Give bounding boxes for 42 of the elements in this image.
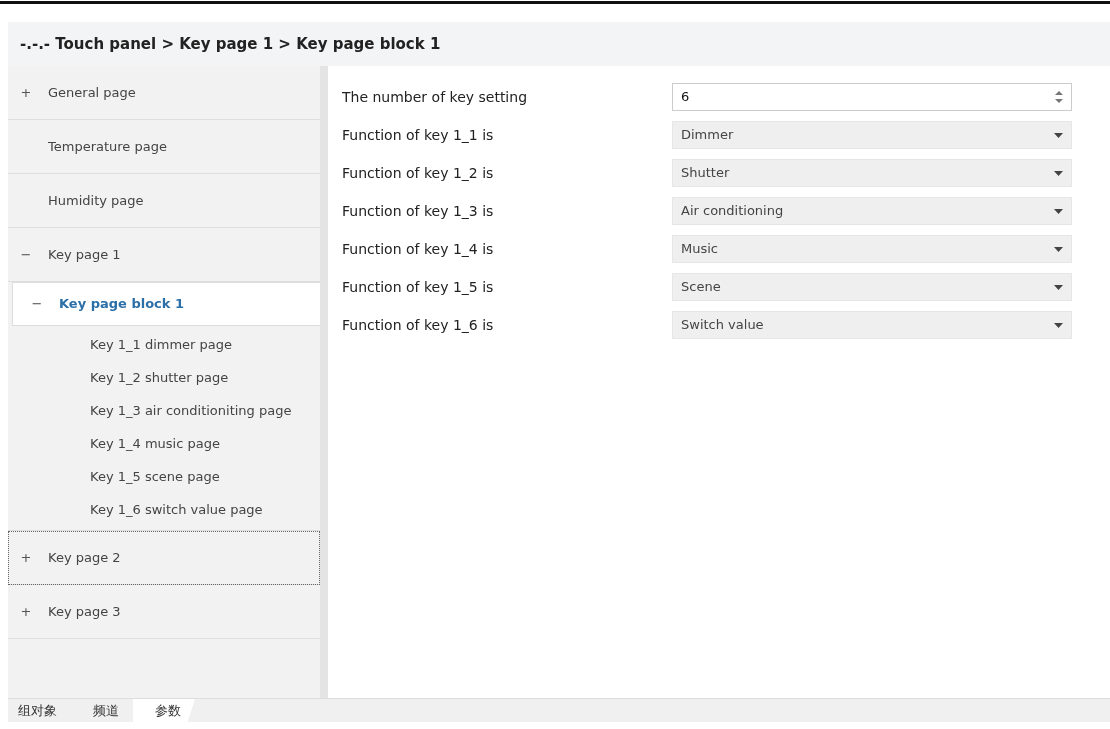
tree-item[interactable]: Temperature page	[8, 120, 320, 174]
dropdown-field[interactable]: Scene	[672, 273, 1072, 301]
dropdown-field[interactable]: Switch value	[672, 311, 1072, 339]
expander-icon[interactable]: +	[12, 82, 40, 103]
spinner-arrows-icon	[1055, 90, 1063, 104]
caret-icon	[1054, 284, 1063, 290]
parameter-label: The number of key setting	[342, 87, 528, 107]
tree-item[interactable]: − Key page block 1	[12, 282, 320, 326]
tree-item[interactable]: Key 1_6 switch value page	[8, 493, 320, 526]
expander-icon[interactable]: +	[12, 547, 40, 568]
tree-item[interactable]: Key 1_3 air conditioniting page	[8, 394, 320, 427]
expander-icon[interactable]: +	[12, 601, 40, 622]
parameter-label: Function of key 1_3 is	[342, 201, 495, 221]
tree-item[interactable]: + Key page 2	[8, 531, 320, 585]
expander-icon[interactable]: −	[23, 294, 51, 314]
dropdown-field[interactable]: Music	[672, 235, 1072, 263]
tree-item[interactable]: Key 1_1 dimmer page	[8, 328, 320, 361]
tab[interactable]: 频道	[71, 699, 133, 722]
tree-item[interactable]: + Key page 3	[8, 585, 320, 639]
tree-item[interactable]: Key 1_2 shutter page	[8, 361, 320, 394]
caret-icon	[1054, 132, 1063, 138]
expander-icon[interactable]: −	[12, 244, 40, 265]
caret-icon	[1054, 322, 1063, 328]
parameter-label: Function of key 1_4 is	[342, 239, 495, 259]
tree-item[interactable]: + General page	[8, 66, 320, 120]
tree-item[interactable]: Key 1_5 scene page	[8, 460, 320, 493]
number-field[interactable]: 6	[672, 83, 1072, 111]
caret-icon	[1054, 170, 1063, 176]
tab[interactable]: 参数	[133, 699, 195, 722]
dropdown-field[interactable]: Air conditioning	[672, 197, 1072, 225]
parameter-label: Function of key 1_6 is	[342, 315, 495, 335]
parameter-label: Function of key 1_1 is	[342, 125, 495, 145]
dropdown-field[interactable]: Dimmer	[672, 121, 1072, 149]
tree-item[interactable]: Key 1_4 music page	[8, 427, 320, 460]
tab[interactable]: 组对象	[8, 699, 71, 722]
tree-item[interactable]: Humidity page	[8, 174, 320, 228]
parameter-label: Function of key 1_5 is	[342, 277, 495, 297]
dropdown-field[interactable]: Shutter	[672, 159, 1072, 187]
caret-icon	[1054, 246, 1063, 252]
breadcrumb: -.-.- Touch panel > Key page 1 > Key page block 1	[8, 22, 1110, 66]
caret-icon	[1054, 208, 1063, 214]
parameter-label: Function of key 1_2 is	[342, 163, 495, 183]
